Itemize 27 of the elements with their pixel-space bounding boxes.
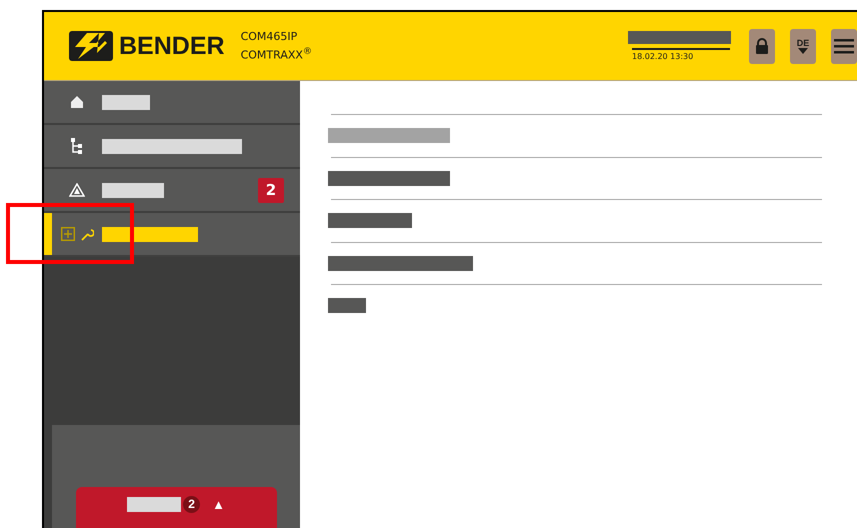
nav-item[interactable] bbox=[44, 213, 300, 257]
lightning-logo-icon bbox=[69, 31, 113, 61]
date-time: 18.02.20 13:30 bbox=[632, 52, 694, 61]
product-line: COMTRAXX$^{®}$ bbox=[240, 45, 312, 63]
menu-icon bbox=[834, 38, 854, 54]
nav-item[interactable]: 2 bbox=[44, 169, 300, 213]
menu-button[interactable] bbox=[831, 28, 857, 64]
nav-item[interactable] bbox=[44, 81, 300, 125]
device-model: COM465IP bbox=[240, 29, 298, 44]
warning-icon bbox=[69, 183, 85, 197]
redacted-bar bbox=[102, 94, 150, 110]
redacted-bar bbox=[102, 182, 164, 198]
lock-button[interactable] bbox=[749, 28, 775, 64]
tree-icon bbox=[71, 138, 83, 154]
lock-icon bbox=[755, 38, 769, 54]
language-button[interactable]: DE bbox=[790, 28, 816, 64]
alarm-count-badge: 2 bbox=[183, 496, 200, 512]
nav-item[interactable] bbox=[44, 125, 300, 169]
alarm-button[interactable]: 2 ▲ bbox=[76, 487, 276, 528]
caret-icon bbox=[798, 48, 808, 54]
wrench-icon bbox=[80, 228, 94, 240]
arrow-up-icon: ▲ bbox=[212, 496, 225, 512]
brand-name: BENDER bbox=[119, 31, 225, 61]
expand-icon[interactable] bbox=[60, 227, 74, 241]
redacted-bar bbox=[127, 496, 182, 512]
alarm-count-badge: 2 bbox=[258, 178, 284, 202]
home-icon bbox=[70, 95, 84, 109]
